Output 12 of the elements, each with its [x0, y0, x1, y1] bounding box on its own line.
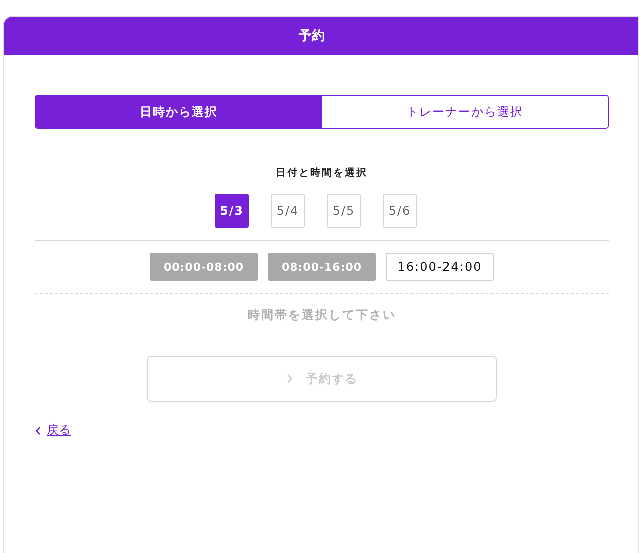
time-slot-button[interactable]: 16:00-24:00 [386, 253, 494, 281]
chevron-left-icon [35, 426, 42, 436]
date-button[interactable]: 5/6 [383, 194, 417, 228]
hint-text: 時間帯を選択して下さい [246, 307, 398, 324]
date-button[interactable]: 5/4 [271, 194, 305, 228]
tab[interactable]: 日時から選択 [36, 96, 322, 128]
window-title: 予約 [299, 28, 325, 45]
back-link[interactable]: 戻る [35, 422, 71, 439]
chevron-right-icon [286, 374, 294, 384]
date-button[interactable]: 5/5 [327, 194, 361, 228]
section-label: 日付と時間を選択 [275, 166, 369, 180]
date-button[interactable]: 5/3 [215, 194, 249, 228]
